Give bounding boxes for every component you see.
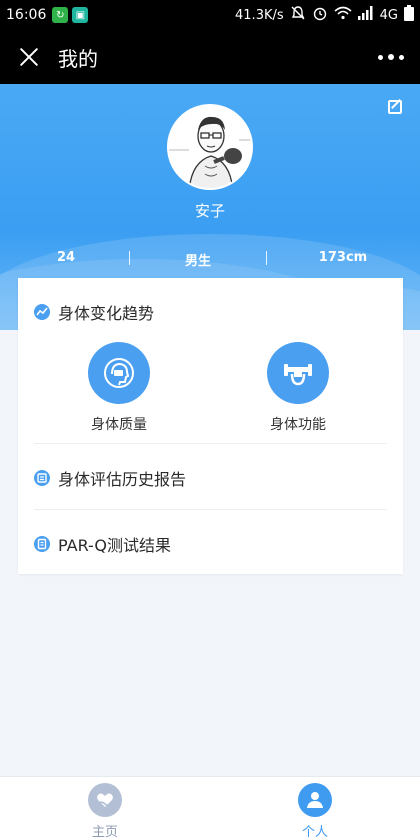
- scan-app-icon: ▣: [72, 7, 89, 23]
- gender-value: 男生: [184, 254, 212, 269]
- body-function-label: 身体功能: [270, 417, 326, 433]
- parq-result-item[interactable]: PAR-Q测试结果: [34, 532, 384, 556]
- report-icon: [34, 470, 50, 486]
- alarm-icon: [312, 5, 328, 25]
- close-button[interactable]: [16, 44, 42, 70]
- sync-app-icon: ↻: [52, 7, 69, 23]
- nav-profile-label: 个人: [301, 825, 328, 840]
- more-dot-icon: [399, 54, 404, 60]
- dumbbell-icon: [267, 342, 329, 404]
- nav-home[interactable]: 主页: [0, 777, 210, 840]
- heart-hand-icon: [88, 783, 122, 817]
- mute-icon: [290, 5, 306, 25]
- status-time: 16:06: [6, 7, 47, 23]
- bottom-nav: 主页 个人: [0, 776, 420, 840]
- trend-chart-icon: [34, 304, 50, 320]
- section-divider: [34, 509, 387, 510]
- wifi-icon: [334, 6, 352, 24]
- network-type: 4G: [379, 7, 398, 23]
- height-value: 173cm: [318, 250, 368, 265]
- body-function-tile[interactable]: 身体功能: [243, 342, 353, 434]
- person-icon: [298, 783, 332, 817]
- body-scan-icon: [88, 342, 150, 404]
- stat-divider: [129, 251, 130, 265]
- more-options-button[interactable]: [378, 48, 404, 66]
- status-bar: 16:06 ↻ ▣ 41.3K/s 4G: [0, 0, 420, 30]
- body-trend-title: 身体变化趋势: [58, 304, 155, 323]
- signal-icon: [357, 6, 374, 24]
- body-quality-tile[interactable]: 身体质量: [64, 342, 174, 434]
- page-title: 我的: [58, 46, 98, 71]
- edit-profile-icon[interactable]: [388, 100, 402, 114]
- user-name: 安子: [194, 202, 225, 220]
- profile-stats: 24 男生 173cm: [0, 246, 420, 270]
- body-trend-header[interactable]: 身体变化趋势: [34, 300, 154, 324]
- nav-profile[interactable]: 个人: [210, 777, 420, 840]
- age-value: 24: [56, 250, 76, 265]
- battery-icon: [404, 5, 414, 25]
- body-quality-label: 身体质量: [91, 417, 147, 433]
- history-report-item[interactable]: 身体评估历史报告: [34, 466, 384, 490]
- section-divider: [34, 443, 387, 444]
- more-dot-icon: [378, 54, 383, 60]
- status-right: 41.3K/s 4G: [235, 5, 414, 25]
- parq-result-label: PAR-Q测试结果: [58, 536, 171, 555]
- nav-home-label: 主页: [91, 825, 118, 840]
- body-card: 身体变化趋势 身体质量 身体功能 身体评估历史报告 PAR-Q测试结果: [18, 278, 403, 574]
- history-report-label: 身体评估历史报告: [58, 470, 187, 489]
- title-bar: 我的: [0, 30, 420, 84]
- document-icon: [34, 536, 50, 552]
- network-speed: 41.3K/s: [235, 7, 284, 23]
- avatar[interactable]: [167, 104, 253, 190]
- more-dot-icon: [388, 54, 394, 60]
- stat-divider: [266, 251, 267, 265]
